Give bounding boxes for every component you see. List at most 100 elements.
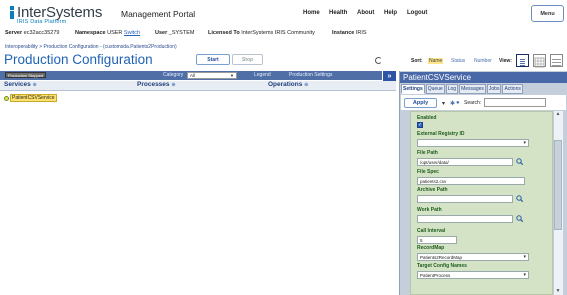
server-label: Server [5,30,23,36]
add-service-icon[interactable]: ⊕ [33,82,37,88]
registry-id-label: External Registry ID [417,131,465,137]
wizard-icon[interactable]: ✱ [450,100,455,107]
work-path-browse-icon[interactable] [516,215,523,222]
server-info: Server ec32acc35279 [5,30,59,36]
search-label: Search: [464,100,482,106]
file-path-label: File Path [417,150,438,156]
production-status-badge: Production Stopped [5,72,47,78]
category-select[interactable]: All ▼ [187,72,237,79]
user-info: User _SYSTEM [155,30,194,36]
call-interval-field[interactable]: 5 [417,236,457,244]
list-view-icon[interactable] [550,54,563,67]
archive-path-browse-icon[interactable] [516,195,523,202]
processes-header-label: Processes [137,81,170,88]
intersystems-logo[interactable]: InterSystems IRIS Data Platform [8,5,118,27]
list-view-glyph-icon [552,59,561,66]
sort-by-number[interactable]: Number [474,58,492,64]
production-settings-link[interactable]: Production Settings [289,72,332,78]
operations-column-header[interactable]: Operations ⊕ [268,81,308,91]
legend-link[interactable]: Legend [254,72,271,78]
start-button[interactable]: Start [196,54,230,65]
licensed-value: InterSystems IRIS Community [241,30,315,36]
expand-toggle-icon[interactable]: ▾ [442,100,445,107]
search-input[interactable] [484,98,546,107]
apply-button[interactable]: Apply [404,98,437,108]
file-spec-field[interactable]: patients2.csv [417,177,525,185]
tab-jobs[interactable]: Jobs [486,84,502,94]
grid-view-icon[interactable] [533,54,546,68]
chevron-down-icon: ▼ [230,73,234,78]
add-operation-icon[interactable]: ⊕ [304,82,308,88]
list-item[interactable]: PatientCSVService [4,94,57,102]
globe-icon[interactable]: ● [456,100,460,106]
file-path-browse-icon[interactable] [516,158,523,165]
target-config-label: Target Config Names [417,263,467,269]
namespace-value: USER [107,30,123,36]
file-path-field[interactable]: /opt/user/data/ [417,158,513,166]
target-config-value: PatientProcess [420,273,451,278]
archive-path-label: Archive Path [417,187,448,193]
status-dot-icon [4,95,9,101]
details-tabs: Settings Queue Log Messages Jobs Actions [401,84,523,94]
tab-messages[interactable]: Messages [459,84,486,94]
service-label: PatientCSVService [10,94,57,102]
instance-info: Instance IRIS [332,30,367,36]
scroll-up-icon[interactable]: ▲ [555,112,561,117]
nav-help[interactable]: Help [384,10,397,16]
breadcrumb-interoperability[interactable]: Interoperability [5,44,38,50]
column-view-icon[interactable] [516,54,529,67]
refresh-icon[interactable] [375,57,382,64]
tab-actions[interactable]: Actions [502,84,523,94]
sort-by-name[interactable]: Name [428,58,444,64]
menu-button[interactable]: Menu [531,5,564,22]
call-interval-label: Call Interval [417,228,446,234]
breadcrumb-production-name: - (customsda.Patients2Production) [99,44,177,50]
chevron-down-icon: ▾ [523,254,526,260]
instance-label: Instance [332,30,355,36]
services-header-label: Services [4,81,31,88]
breadcrumb-production-configuration[interactable]: Production Configuration [44,44,99,50]
tab-queue[interactable]: Queue [425,84,445,94]
view-label: View: [499,58,512,64]
nav-health[interactable]: Health [329,10,347,16]
registry-id-select[interactable]: ▾ [417,139,529,147]
nav-logout[interactable]: Logout [407,10,427,16]
nav-about[interactable]: About [357,10,374,16]
tab-log[interactable]: Log [445,84,459,94]
namespace-label: Namespace [75,30,106,36]
user-value: _SYSTEM [168,30,195,36]
chevron-down-icon: ▾ [523,140,526,146]
scroll-down-icon[interactable]: ▼ [555,289,561,294]
nav-home[interactable]: Home [303,10,320,16]
page-title: Production Configuration [4,52,153,67]
chevron-down-icon: ▾ [523,272,526,278]
work-path-field[interactable] [417,215,513,223]
services-column-header[interactable]: Services ⊕ [4,81,37,91]
file-spec-label: File Spec [417,169,439,175]
processes-column-header[interactable]: Processes ⊕ [137,81,176,91]
archive-path-field[interactable] [417,195,513,203]
enabled-checkbox[interactable]: ✓ [417,122,423,128]
license-info: Licensed To InterSystems IRIS Community [208,30,315,36]
add-process-icon[interactable]: ⊕ [171,82,175,88]
column-header-bar [0,81,396,91]
operations-header-label: Operations [268,81,303,88]
stop-button[interactable]: Stop [232,54,263,65]
record-map-label: RecordMap [417,245,445,251]
scrollbar-thumb[interactable] [554,140,562,230]
target-config-select[interactable]: PatientProcess ▾ [417,271,529,279]
switch-namespace-link[interactable]: Switch [124,30,140,36]
logo-text: InterSystems [17,4,103,21]
category-select-value: All [190,73,196,78]
details-panel-title: PatientCSVService [400,72,567,83]
category-label: Category [163,72,184,78]
work-path-label: Work Path [417,207,442,213]
sort-label: Sort: [411,58,423,64]
licensed-label: Licensed To [208,30,240,36]
breadcrumb-separator: > [39,44,43,50]
sort-by-status[interactable]: Status [451,58,465,64]
record-map-value: Patients2RecordMap [420,255,463,260]
grid-view-glyph-icon [534,57,545,68]
tab-settings[interactable]: Settings [401,84,425,94]
record-map-select[interactable]: Patients2RecordMap ▾ [417,253,529,261]
